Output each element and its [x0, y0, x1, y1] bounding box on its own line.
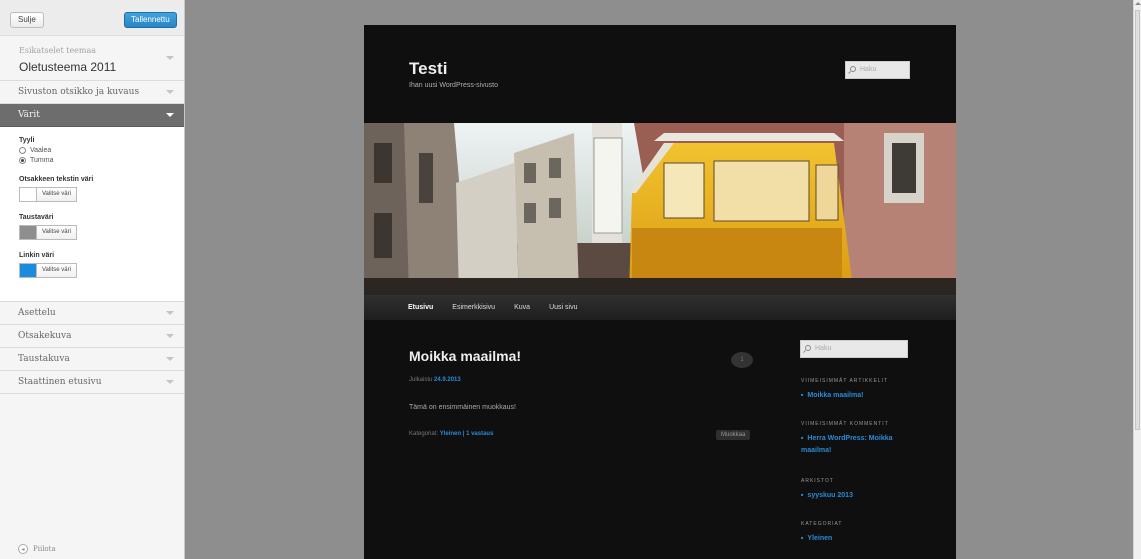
widget-title-recent-posts: VIIMEISIMMÄT ARTIKKELIT	[801, 378, 888, 384]
tram-photo	[364, 123, 956, 295]
scroll-thumb[interactable]	[1135, 10, 1140, 430]
color-picker[interactable]: Valitse väri	[19, 263, 184, 278]
color-picker[interactable]: Valitse väri	[19, 187, 184, 202]
section-background-image[interactable]: Taustakuva	[0, 348, 184, 371]
collapse-arrow-icon[interactable]: ◂	[18, 544, 28, 554]
widget-title-categories: KATEGORIAT	[801, 521, 843, 527]
site-tagline: Ihan uusi WordPress-sivusto	[409, 82, 498, 89]
hide-label: Piilota	[33, 545, 56, 553]
link-color-control: Linkin väri Valitse väri	[19, 252, 184, 278]
style-option-light[interactable]: Vaalea	[19, 147, 184, 154]
radio-label: Vaalea	[30, 147, 52, 154]
category-link[interactable]: Yleinen	[440, 431, 461, 437]
section-label: Värit	[18, 110, 40, 120]
post-date-link[interactable]: 24.9.2013	[434, 377, 461, 383]
nav-item-image[interactable]: Kuva	[514, 295, 530, 320]
widget-link-archive[interactable]: syyskuu 2013	[801, 489, 921, 502]
control-label: Taustaväri	[19, 214, 54, 221]
hide-controls-link[interactable]: ◂ Piilota	[18, 544, 56, 554]
header-search-input[interactable]: Haku	[845, 61, 910, 79]
color-swatch[interactable]	[19, 225, 37, 240]
section-label: Taustakuva	[18, 354, 70, 364]
widget-title-recent-comments: VIIMEISIMMÄT KOMMENTIT	[801, 421, 889, 427]
sidebar-search-input[interactable]: Haku	[800, 340, 908, 358]
theme-name: Oletusteema 2011	[19, 60, 117, 74]
radio-button-selected[interactable]	[19, 157, 26, 164]
section-label: Otsakekuva	[18, 331, 72, 341]
nav-item-home[interactable]: Etusivu	[408, 295, 433, 320]
widget-title-archives: ARKISTOT	[801, 478, 834, 484]
chevron-down-icon	[166, 357, 174, 361]
control-label: Linkin väri	[19, 252, 55, 259]
pick-color-button[interactable]: Valitse väri	[37, 187, 77, 202]
search-icon	[805, 345, 811, 351]
search-placeholder: Haku	[815, 345, 832, 352]
section-label: Staattinen etusivu	[18, 377, 102, 387]
preview-scrollbar[interactable]	[1133, 0, 1141, 559]
pick-color-button[interactable]: Valitse väri	[37, 225, 77, 240]
search-icon	[850, 66, 856, 72]
control-label: Otsakkeen tekstin väri	[19, 176, 94, 183]
customizer-header: Sulje Tallennettu	[0, 0, 184, 36]
comment-count-bubble[interactable]: 1	[731, 352, 753, 368]
theme-info: Esikatselet teemaa Oletusteema 2011	[0, 36, 184, 81]
background-color-control: Taustaväri Valitse väri	[19, 214, 184, 240]
color-swatch[interactable]	[19, 263, 37, 278]
color-swatch[interactable]	[19, 187, 37, 202]
section-layout[interactable]: Asettelu	[0, 302, 184, 325]
site-preview: Testi Ihan uusi WordPress-sivusto Haku E…	[364, 25, 956, 559]
footer-separator: |	[462, 431, 465, 437]
close-button[interactable]: Sulje	[10, 12, 44, 28]
save-button[interactable]: Tallennettu	[124, 12, 177, 28]
section-label: Asettelu	[18, 308, 56, 318]
chevron-down-icon	[166, 311, 174, 315]
section-site-title[interactable]: Sivuston otsikko ja kuvaus	[0, 81, 184, 104]
edit-post-button[interactable]: Muokkaa	[716, 430, 751, 440]
color-picker[interactable]: Valitse väri	[19, 225, 184, 240]
chevron-down-icon[interactable]	[166, 56, 174, 60]
nav-item-sample-page[interactable]: Esimerkkisivu	[452, 295, 495, 320]
theme-sub-label: Esikatselet teemaa	[19, 46, 97, 55]
site-title[interactable]: Testi	[409, 59, 447, 79]
header-text-color-control: Otsakkeen tekstin väri Valitse väri	[19, 176, 184, 202]
widget-link-category[interactable]: Yleinen	[801, 532, 921, 545]
scroll-up-icon[interactable]	[1135, 2, 1141, 5]
customizer-sidebar: Sulje Tallennettu Esikatselet teemaa Ole…	[0, 0, 185, 559]
widget-link-recent-post[interactable]: Moikka maailma!	[801, 389, 921, 402]
pick-color-button[interactable]: Valitse väri	[37, 263, 77, 278]
colors-panel: Tyyli Vaalea Tumma Otsakkeen tekstin vär…	[0, 127, 184, 302]
meta-prefix: Julkaistu	[409, 377, 433, 383]
chevron-down-icon	[166, 380, 174, 384]
post-title[interactable]: Moikka maailma!	[409, 348, 521, 364]
chevron-down-icon	[166, 334, 174, 338]
radio-button[interactable]	[19, 147, 26, 154]
chevron-down-icon	[166, 113, 174, 117]
post-footer: Kategoriat: Yleinen | 1 vastaus	[409, 431, 493, 437]
chevron-down-icon	[166, 90, 174, 94]
section-static-front-page[interactable]: Staattinen etusivu	[0, 371, 184, 394]
post-content: Tämä on ensimmäinen muokkaus!	[409, 404, 516, 411]
categories-prefix: Kategoriat:	[409, 431, 439, 437]
style-option-dark[interactable]: Tumma	[19, 157, 184, 164]
nav-item-new-page[interactable]: Uusi sivu	[549, 295, 577, 320]
replies-link[interactable]: 1 vastaus	[466, 431, 493, 437]
style-title: Tyyli	[19, 137, 35, 144]
section-label: Sivuston otsikko ja kuvaus	[18, 87, 140, 97]
radio-label: Tumma	[30, 157, 54, 164]
header-image	[364, 123, 956, 295]
section-header-image[interactable]: Otsakekuva	[0, 325, 184, 348]
post-meta: Julkaistu 24.9.2013	[409, 377, 461, 383]
widget-link-recent-comment[interactable]: Herra WordPress: Moikka maailma!	[801, 432, 921, 457]
section-colors[interactable]: Värit	[0, 104, 184, 127]
search-placeholder: Haku	[860, 66, 877, 73]
main-navigation: Etusivu Esimerkkisivu Kuva Uusi sivu	[364, 295, 956, 320]
